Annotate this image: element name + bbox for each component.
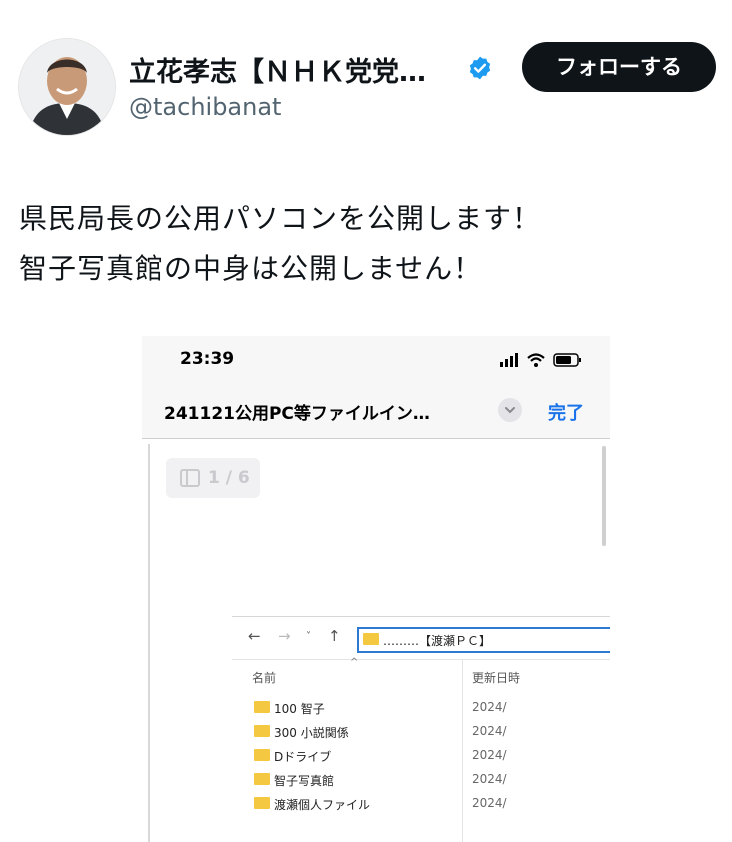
display-name[interactable]: 立花孝志【ＮＨＫ党党… — [129, 50, 426, 89]
file-row[interactable]: Dドライブ 2024/ — [232, 745, 610, 767]
folder-icon — [254, 725, 270, 737]
column-header-name[interactable]: 名前 — [252, 669, 276, 686]
done-button[interactable]: 完了 — [548, 399, 584, 425]
folder-icon — [254, 797, 270, 809]
signal-icon — [500, 353, 518, 367]
file-name: 100 智子 — [274, 702, 325, 716]
file-row[interactable]: 智子写真館 2024/ — [232, 769, 610, 791]
verified-badge-icon — [469, 56, 491, 80]
file-name: Dドライブ — [274, 750, 332, 764]
file-row[interactable]: 300 小説関係 2024/ — [232, 721, 610, 743]
address-path: ………【渡瀬ＰＣ】 — [383, 634, 492, 648]
follow-button[interactable]: フォローする — [522, 42, 716, 92]
up-arrow-icon[interactable]: ↑ — [328, 627, 341, 645]
file-date: 2024/ — [472, 796, 507, 810]
file-date: 2024/ — [472, 772, 507, 786]
file-date: 2024/ — [472, 748, 507, 762]
tweet-text-line-2: 智子写真館の中身は公開しません！ — [19, 252, 483, 285]
forward-arrow-icon[interactable]: → — [278, 627, 291, 645]
scrollbar[interactable] — [602, 446, 606, 546]
wifi-icon — [527, 353, 545, 367]
folder-icon — [254, 773, 270, 785]
recent-dropdown-icon[interactable]: ˅ — [306, 631, 311, 642]
column-header-date[interactable]: 更新日時 — [472, 669, 520, 686]
status-icons — [500, 353, 581, 367]
status-time: 23:39 — [180, 349, 235, 369]
explorer-nav-bar: ← → ˅ ↑ ………【渡瀬ＰＣ】 — [232, 623, 610, 653]
document-title[interactable]: 241121公用PC等ファイルイン… — [164, 399, 430, 424]
file-name: 300 小説関係 — [274, 726, 349, 740]
file-name: 智子写真館 — [274, 774, 335, 788]
ios-header: 23:39 241121公用PC等ファイルイン… 完了 — [142, 336, 610, 438]
attached-image[interactable]: 23:39 241121公用PC等ファイルイン… 完了 1 / 6 ← → ˅ … — [142, 336, 610, 842]
page-indicator[interactable]: 1 / 6 — [166, 458, 260, 498]
battery-icon — [553, 353, 581, 367]
file-row[interactable]: 渡瀬個人ファイル 2024/ — [232, 793, 610, 815]
address-bar[interactable]: ………【渡瀬ＰＣ】 — [357, 627, 610, 653]
file-row[interactable]: 100 智子 2024/ — [232, 697, 610, 719]
divider — [142, 438, 610, 439]
file-date: 2024/ — [472, 724, 507, 738]
file-explorer: ← → ˅ ↑ ………【渡瀬ＰＣ】 ^ 名前 更新日時 100 智子 2024/… — [232, 616, 610, 842]
file-date: 2024/ — [472, 700, 507, 714]
folder-icon — [254, 701, 270, 713]
page-indicator-text: 1 / 6 — [208, 468, 250, 488]
folder-icon — [254, 749, 270, 761]
file-name: 渡瀬個人ファイル — [274, 798, 371, 812]
divider — [232, 659, 610, 660]
tweet-text-line-1: 県民局長の公用パソコンを公開します！ — [19, 202, 542, 235]
folder-icon — [363, 633, 379, 645]
user-handle[interactable]: @tachibanat — [129, 93, 281, 121]
sidebar-icon — [180, 469, 200, 487]
sort-caret-icon: ^ — [350, 657, 359, 668]
avatar[interactable] — [18, 38, 116, 136]
chevron-down-icon[interactable] — [498, 398, 522, 422]
back-arrow-icon[interactable]: ← — [248, 627, 261, 645]
